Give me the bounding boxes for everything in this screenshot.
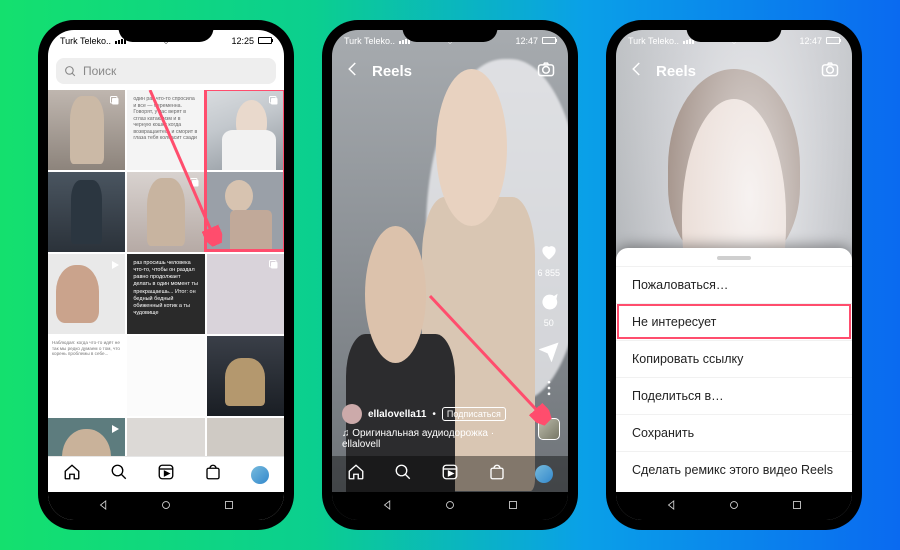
reel-icon — [109, 422, 121, 440]
phone-explore: Turk Teleko.. ⌵ 12:25 Поиск один раз что… — [38, 20, 294, 530]
reels-tab[interactable] — [441, 463, 459, 486]
grid-tile[interactable] — [207, 254, 284, 334]
sheet-option-not-interested[interactable]: Не интересует — [616, 303, 852, 340]
camera-button[interactable] — [820, 59, 840, 83]
action-sheet: Пожаловаться… Не интересует Копировать с… — [616, 248, 852, 492]
carrier: Turk Teleko.. — [344, 36, 395, 46]
reels-meta: ellalovella11 • Подписаться ♫ Оригинальн… — [342, 404, 518, 450]
sheet-option-copy-link[interactable]: Копировать ссылку — [616, 340, 852, 377]
audio-label[interactable]: ♫ Оригинальная аудиодорожка · ellalovell — [342, 428, 518, 450]
grid-tile-dresser[interactable] — [207, 172, 284, 252]
like-button[interactable] — [539, 242, 559, 264]
notch — [119, 20, 214, 42]
grid-tile[interactable] — [48, 254, 125, 334]
reel-icon — [109, 258, 121, 276]
grid-tile[interactable]: раз просишь человека что-то, чтобы он ра… — [127, 254, 204, 334]
nav-back[interactable] — [381, 498, 395, 515]
carousel-icon — [268, 94, 280, 112]
sheet-handle[interactable] — [717, 256, 751, 260]
grid-tile[interactable] — [127, 336, 204, 416]
subscribe-button[interactable]: Подписаться — [442, 407, 506, 421]
search-placeholder: Поиск — [83, 64, 116, 78]
sheet-option-remix[interactable]: Сделать ремикс этого видео Reels — [616, 451, 852, 488]
search-input[interactable]: Поиск — [56, 58, 276, 84]
reels-title: Reels — [656, 63, 696, 80]
profile-tab[interactable] — [251, 466, 269, 484]
home-tab[interactable] — [347, 463, 365, 486]
grid-tile[interactable]: Наблюдая: когда что-то идёт не так мы ре… — [48, 336, 125, 416]
notch — [403, 20, 498, 42]
grid-tile[interactable] — [48, 418, 125, 456]
search-icon — [64, 65, 77, 78]
sheet-option-share[interactable]: Поделиться в… — [616, 377, 852, 414]
search-tab[interactable] — [394, 463, 412, 486]
battery-icon — [258, 37, 272, 44]
author-avatar[interactable] — [342, 404, 362, 424]
author-username[interactable]: ellalovella11 — [368, 409, 426, 420]
battery-icon — [542, 37, 556, 44]
nav-home[interactable] — [727, 498, 741, 515]
back-button[interactable] — [628, 60, 646, 82]
android-nav — [332, 492, 568, 520]
search-tab[interactable] — [110, 463, 128, 486]
phone-reels: Turk Teleko.. ⌵ 12:47 Reels 6 855 50 ell… — [322, 20, 578, 530]
carousel-icon — [268, 258, 280, 276]
carousel-icon — [189, 176, 201, 194]
reels-header: Reels — [616, 56, 852, 86]
profile-tab[interactable] — [535, 465, 553, 483]
like-count: 6 855 — [537, 268, 560, 278]
notch — [687, 20, 782, 42]
clock: 12:47 — [799, 36, 822, 46]
sheet-option-save[interactable]: Сохранить — [616, 414, 852, 451]
bottom-tabbar — [48, 456, 284, 492]
nav-recent[interactable] — [790, 498, 804, 515]
explore-grid[interactable]: один раз что-то спросила и все — беремен… — [48, 90, 284, 456]
camera-button[interactable] — [536, 59, 556, 83]
battery-icon — [826, 37, 840, 44]
reels-header: Reels — [332, 56, 568, 86]
phone-actionsheet: Turk Teleko.. ⌵ 12:47 Reels Пожаловаться… — [606, 20, 862, 530]
reels-title: Reels — [372, 63, 412, 80]
shop-tab[interactable] — [204, 463, 222, 486]
carrier: Turk Teleko.. — [60, 36, 111, 46]
home-tab[interactable] — [63, 463, 81, 486]
back-button[interactable] — [344, 60, 362, 82]
grid-tile[interactable] — [127, 418, 204, 456]
action-rail: 6 855 50 — [537, 242, 560, 440]
comment-count: 50 — [544, 318, 554, 328]
shop-tab[interactable] — [488, 463, 506, 486]
grid-tile[interactable] — [127, 172, 204, 252]
grid-tile-bride[interactable] — [207, 90, 284, 170]
nav-back[interactable] — [97, 498, 111, 515]
nav-recent[interactable] — [222, 498, 236, 515]
share-button[interactable] — [539, 342, 559, 364]
android-nav — [48, 492, 284, 520]
bottom-tabbar — [332, 456, 568, 492]
clock: 12:25 — [231, 36, 254, 46]
reels-tab[interactable] — [157, 463, 175, 486]
android-nav — [616, 492, 852, 520]
carrier: Turk Teleko.. — [628, 36, 679, 46]
nav-back[interactable] — [665, 498, 679, 515]
nav-home[interactable] — [443, 498, 457, 515]
grid-tile[interactable] — [48, 90, 125, 170]
comment-button[interactable] — [539, 292, 559, 314]
clock: 12:47 — [515, 36, 538, 46]
grid-tile[interactable]: один раз что-то спросила и все — беремен… — [127, 90, 204, 170]
grid-tile[interactable] — [207, 336, 284, 416]
grid-tile[interactable] — [48, 172, 125, 252]
audio-thumbnail[interactable] — [538, 418, 560, 440]
carousel-icon — [109, 94, 121, 112]
more-button[interactable] — [539, 378, 559, 400]
grid-tile[interactable] — [207, 418, 284, 456]
nav-recent[interactable] — [506, 498, 520, 515]
sheet-option-report[interactable]: Пожаловаться… — [616, 266, 852, 303]
nav-home[interactable] — [159, 498, 173, 515]
